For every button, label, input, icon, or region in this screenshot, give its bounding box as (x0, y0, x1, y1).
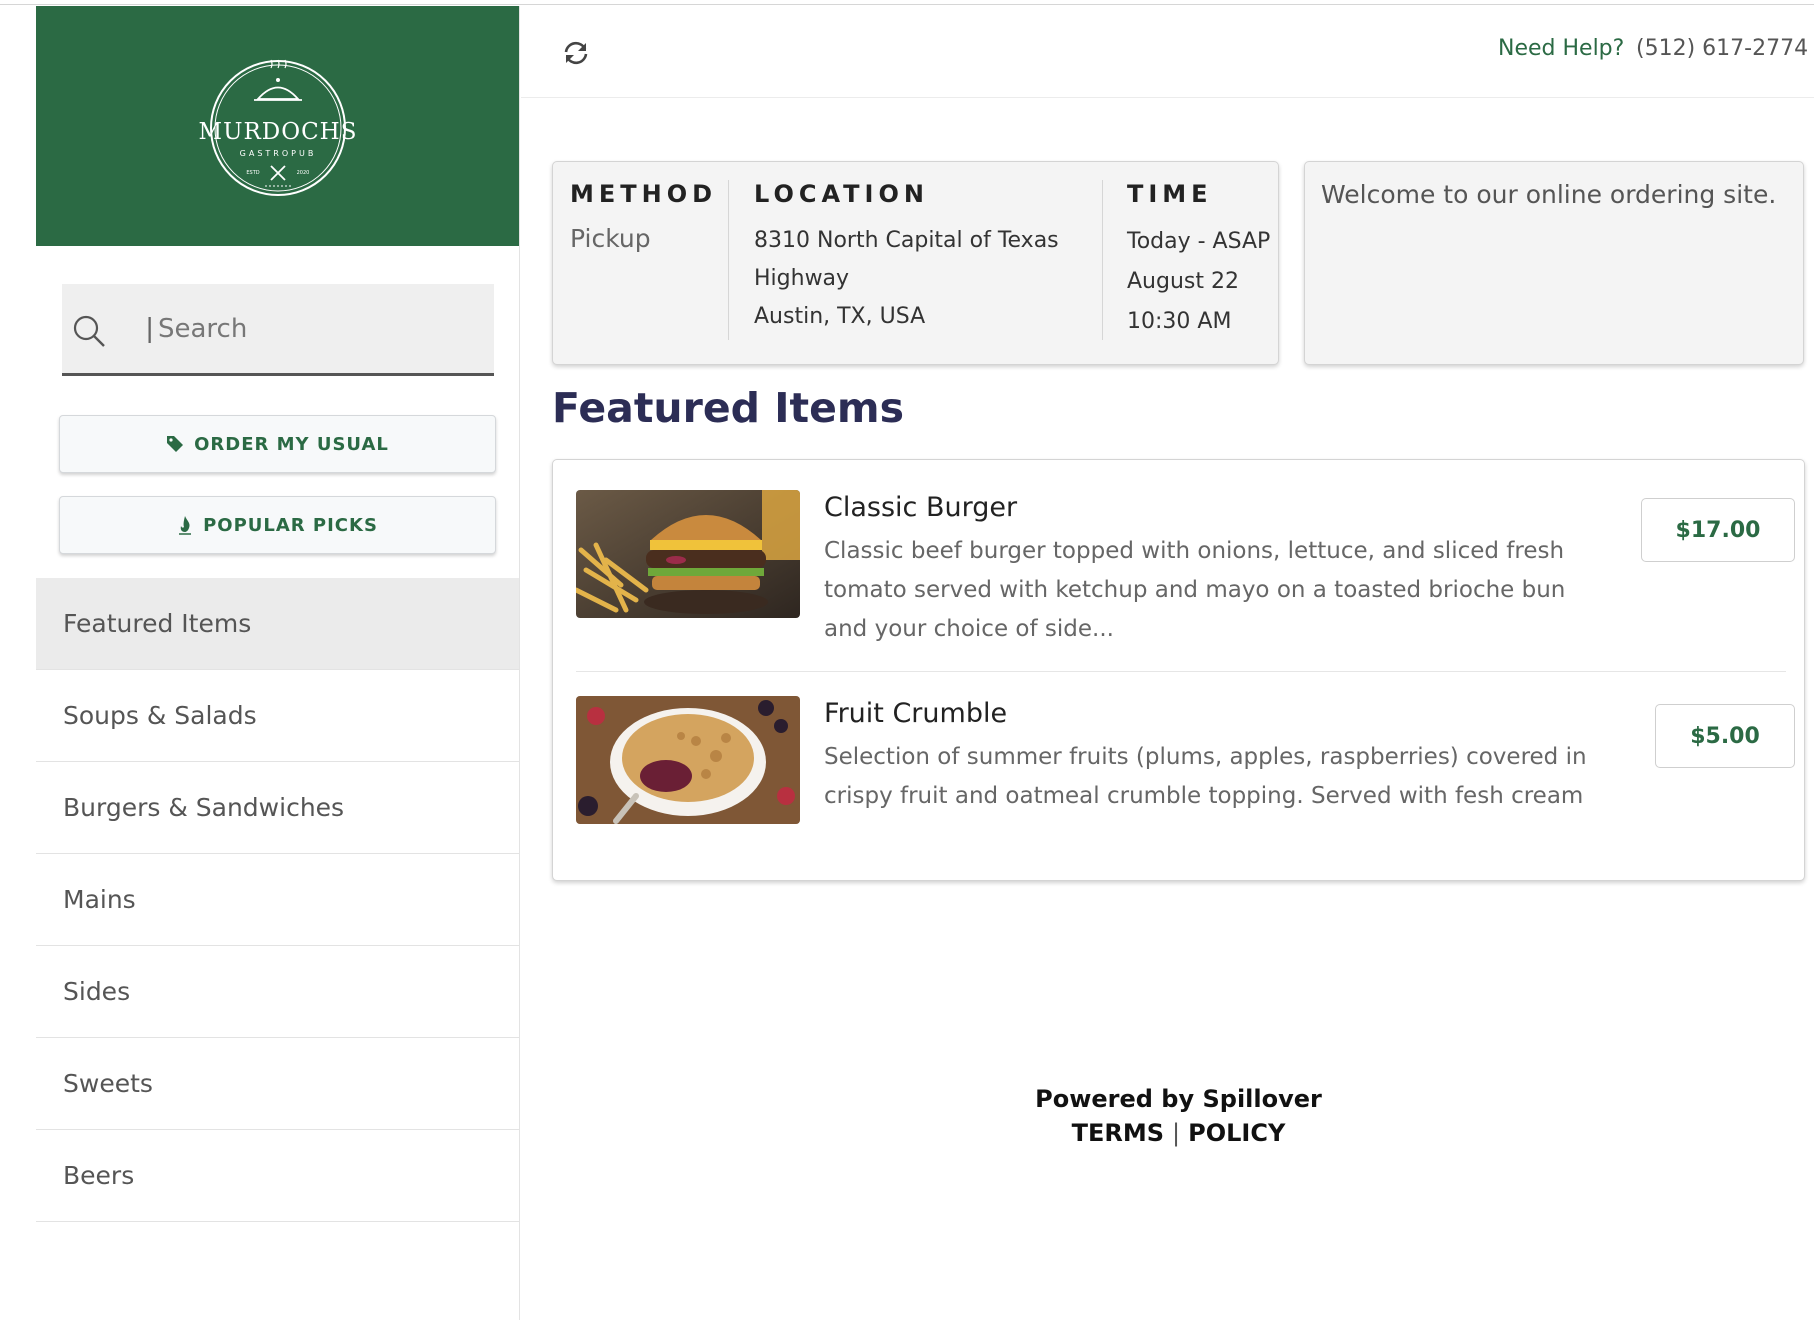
category-mains[interactable]: Mains (36, 854, 519, 946)
order-my-usual-label: ORDER MY USUAL (194, 433, 389, 455)
time-line-2: August 22 (1127, 269, 1239, 294)
category-featured-items[interactable]: Featured Items (36, 578, 519, 670)
time-line-3: 10:30 AM (1127, 309, 1232, 334)
brand-est-right: 2020 (297, 170, 310, 176)
method-column: METHOD Pickup (570, 180, 717, 258)
need-help-link[interactable]: Need Help? (1498, 36, 1624, 61)
top-header: Need Help? (512) 617-2774 or (521, 6, 1814, 98)
welcome-message: Welcome to our online ordering site. (1321, 180, 1777, 209)
popular-picks-button[interactable]: POPULAR PICKS (59, 496, 496, 554)
page-footer: Powered by Spillover TERMS | POLICY (552, 1085, 1805, 1147)
menu-item[interactable]: Classic Burger Classic beef burger toppe… (576, 490, 1795, 672)
terms-link[interactable]: TERMS (1072, 1119, 1164, 1147)
location-line-2: Highway (754, 266, 850, 291)
location-column: LOCATION 8310 North Capital of Texas Hig… (754, 180, 1059, 336)
item-price-button[interactable]: $5.00 (1655, 704, 1795, 768)
item-name[interactable]: Fruit Crumble (824, 698, 1007, 729)
time-value: Today - ASAP August 22 10:30 AM (1127, 222, 1270, 342)
item-price-button[interactable]: $17.00 (1641, 498, 1795, 562)
brand-logo-panel[interactable]: MURDOCHS GASTROPUB ESTD 2020 (36, 6, 519, 246)
brand-tagline: GASTROPUB (240, 149, 317, 158)
refresh-icon[interactable] (561, 40, 591, 66)
classic-burger-image[interactable] (576, 490, 800, 618)
category-sides[interactable]: Sides (36, 946, 519, 1038)
location-line-3: Austin, TX, USA (754, 304, 926, 329)
column-divider (1102, 180, 1103, 340)
category-beers[interactable]: Beers (36, 1130, 519, 1222)
time-label: TIME (1127, 180, 1213, 208)
sidebar: MURDOCHS GASTROPUB ESTD 2020 | ORDER MY … (36, 6, 520, 1320)
category-soups-salads[interactable]: Soups & Salads (36, 670, 519, 762)
footer-link-separator: | (1172, 1119, 1181, 1147)
search-icon (73, 315, 105, 347)
popular-picks-label: POPULAR PICKS (203, 514, 378, 536)
featured-items-title: Featured Items (552, 384, 905, 432)
powered-by-text: Powered by Spillover (1035, 1085, 1322, 1113)
footer-links: TERMS | POLICY (552, 1119, 1805, 1147)
order-my-usual-button[interactable]: ORDER MY USUAL (59, 415, 496, 473)
search-separator: | (146, 312, 154, 343)
brand-name: MURDOCHS (199, 119, 358, 145)
search-box[interactable]: | (62, 284, 494, 376)
brand-est-left: ESTD (246, 170, 259, 176)
time-line-1: Today - ASAP (1127, 229, 1271, 254)
order-details-card[interactable]: METHOD Pickup LOCATION 8310 North Capita… (552, 161, 1279, 365)
item-name[interactable]: Classic Burger (824, 492, 1017, 523)
location-value: 8310 North Capital of Texas Highway Aust… (754, 222, 1059, 336)
location-label: LOCATION (754, 180, 929, 208)
column-divider (728, 180, 729, 340)
policy-link[interactable]: POLICY (1188, 1119, 1285, 1147)
menu-item[interactable]: Fruit Crumble Selection of summer fruits… (576, 696, 1795, 846)
top-border (0, 0, 1814, 5)
search-input[interactable] (158, 306, 468, 352)
method-label: METHOD (570, 180, 718, 208)
help-phone-number[interactable]: (512) 617-2774 or (1636, 36, 1814, 61)
murdochs-logo-icon: MURDOCHS GASTROPUB ESTD 2020 (199, 59, 358, 196)
item-description: Selection of summer fruits (plums, apple… (824, 744, 1587, 809)
category-nav: Featured Items Soups & Salads Burgers & … (36, 578, 519, 1222)
tag-icon (167, 436, 184, 452)
flame-icon (179, 516, 192, 535)
welcome-card: Welcome to our online ordering site. (1304, 161, 1804, 365)
method-value: Pickup (570, 224, 651, 253)
time-column: TIME Today - ASAP August 22 10:30 AM (1127, 180, 1270, 342)
location-line-1: 8310 North Capital of Texas (754, 228, 1059, 253)
category-sweets[interactable]: Sweets (36, 1038, 519, 1130)
category-burgers-sandwiches[interactable]: Burgers & Sandwiches (36, 762, 519, 854)
featured-items-list: Classic Burger Classic beef burger toppe… (552, 459, 1805, 881)
item-description: Classic beef burger topped with onions, … (824, 538, 1566, 642)
fruit-crumble-image[interactable] (576, 696, 800, 824)
